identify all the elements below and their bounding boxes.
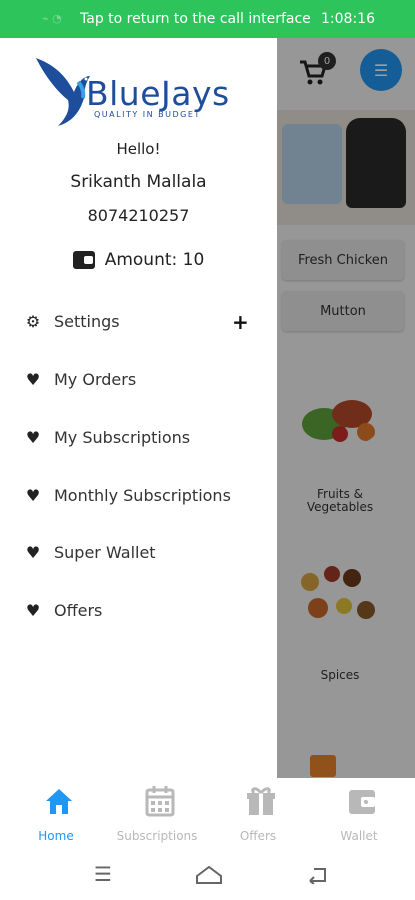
menu-item-label: My Orders xyxy=(54,369,137,389)
menu-item-settings[interactable]: ⚙ Settings xyxy=(22,306,262,336)
menu-button[interactable]: ☰ xyxy=(360,49,402,91)
menu-item-label: My Subscriptions xyxy=(54,427,191,447)
tile-spices[interactable]: Spices xyxy=(290,669,390,682)
tab-home[interactable]: Home xyxy=(6,778,106,848)
heart-icon: ♥ xyxy=(25,369,41,389)
tab-offers[interactable]: Offers xyxy=(208,778,308,848)
menu-item-my-subscriptions[interactable]: ♥ My Subscriptions xyxy=(22,422,262,452)
menu-item-label: Monthly Subscriptions xyxy=(54,485,231,505)
heart-icon: ♥ xyxy=(25,427,41,447)
brand-name: BlueJays xyxy=(86,74,230,113)
calendar-icon xyxy=(145,786,175,817)
wallet-icon xyxy=(72,251,95,269)
heart-icon: ♥ xyxy=(25,485,41,505)
promo-banner[interactable] xyxy=(276,110,415,225)
call-timer: 1:08:16 xyxy=(321,11,375,27)
menu-item-label: Offers xyxy=(54,600,103,620)
tab-label: Offers xyxy=(239,829,277,843)
gift-icon xyxy=(247,787,275,815)
call-return-bar[interactable]: ⌁ ◔ Tap to return to the call interface … xyxy=(0,0,415,38)
greeting: Hello! xyxy=(116,140,161,158)
brand-tagline: QUALITY IN BUDGET xyxy=(94,110,201,119)
bottom-navigation: Home Subscriptions Offers Wallet xyxy=(0,778,415,848)
menu-item-super-wallet[interactable]: ♥ Super Wallet xyxy=(22,537,262,567)
call-return-text: Tap to return to the call interface xyxy=(80,11,311,27)
back-icon[interactable] xyxy=(306,866,328,884)
user-name: Srikanth Mallala xyxy=(70,172,207,192)
tab-label: Home xyxy=(38,829,74,843)
hamburger-icon: ☰ xyxy=(373,60,389,80)
cart-count-badge: 0 xyxy=(318,52,336,70)
user-phone: 8074210257 xyxy=(87,206,190,225)
vegetables-image xyxy=(302,400,375,442)
tab-label: Wallet xyxy=(340,829,378,843)
gear-icon: ⚙ xyxy=(25,311,41,331)
tab-label: Subscriptions xyxy=(116,829,198,843)
amount-label: Amount: 10 xyxy=(104,250,205,270)
garbage-bag-image xyxy=(346,118,406,208)
recent-apps-icon[interactable]: ☰ xyxy=(94,862,112,886)
tab-subscriptions[interactable]: Subscriptions xyxy=(107,778,207,848)
expand-plus-icon[interactable]: + xyxy=(232,310,249,334)
wallet-icon xyxy=(349,790,375,814)
menu-item-my-orders[interactable]: ♥ My Orders xyxy=(22,364,262,394)
status-icons-ghost: ⌁ ◔ xyxy=(42,12,62,25)
home-icon xyxy=(46,789,72,814)
home-button-icon[interactable] xyxy=(194,864,224,886)
system-navigation-bar: ☰ xyxy=(0,848,415,900)
wallet-amount[interactable]: Amount: 10 xyxy=(0,250,277,270)
spices-image xyxy=(301,566,375,619)
category-fresh-chicken[interactable]: Fresh Chicken xyxy=(282,240,404,280)
tile-fruits-vegetables[interactable]: Fruits & Vegetables xyxy=(290,488,390,514)
menu-item-label: Super Wallet xyxy=(54,542,156,562)
menu-item-offers[interactable]: ♥ Offers xyxy=(22,595,262,625)
menu-item-label: Settings xyxy=(54,311,120,331)
menu-item-monthly-subscriptions[interactable]: ♥ Monthly Subscriptions xyxy=(22,480,262,510)
partial-tile-image xyxy=(310,755,336,777)
garbage-bag-box-image xyxy=(282,124,342,204)
heart-icon: ♥ xyxy=(25,542,41,562)
category-mutton[interactable]: Mutton xyxy=(282,291,404,331)
tab-wallet[interactable]: Wallet xyxy=(309,778,409,848)
heart-icon: ♥ xyxy=(25,600,41,620)
